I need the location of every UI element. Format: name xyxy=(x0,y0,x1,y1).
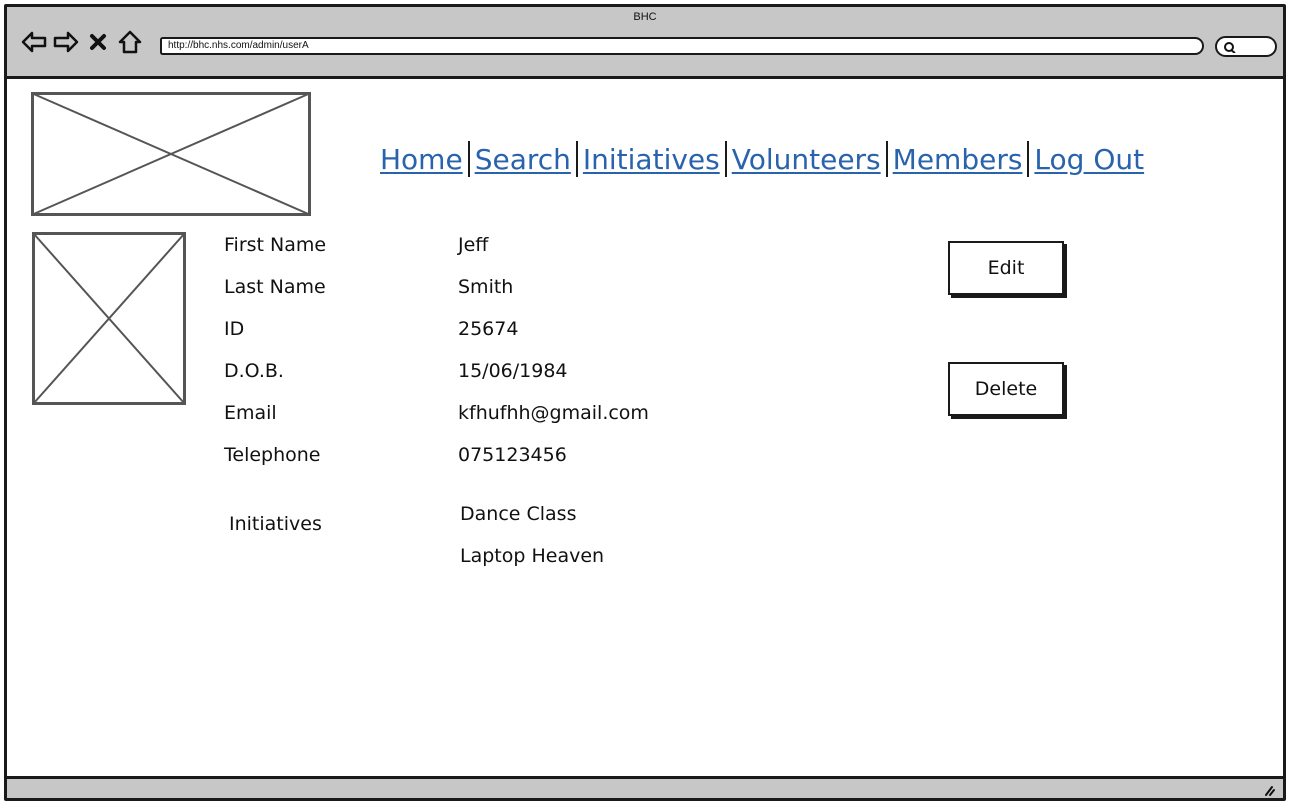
nav-initiatives-link[interactable]: Initiatives xyxy=(578,143,725,176)
telephone-label: Telephone xyxy=(224,444,321,466)
profile-photo-placeholder xyxy=(32,232,186,405)
telephone-value: 075123456 xyxy=(458,444,567,466)
nav-volunteers-link[interactable]: Volunteers xyxy=(727,143,886,176)
browser-statusbar xyxy=(7,776,1283,798)
home-icon[interactable] xyxy=(117,29,143,55)
top-navigation: Home Search Initiatives Volunteers Membe… xyxy=(375,137,1149,181)
resize-grip-icon[interactable] xyxy=(1261,784,1275,796)
browser-window: BHC http://bhc.nhs.com/admin/userA Home … xyxy=(4,4,1286,801)
logo-image-placeholder xyxy=(31,92,311,216)
first-name-label: First Name xyxy=(224,234,327,256)
initiatives-label: Initiatives xyxy=(229,513,322,535)
last-name-value: Smith xyxy=(458,276,514,298)
nav-members-link[interactable]: Members xyxy=(888,143,1028,176)
last-name-label: Last Name xyxy=(224,276,326,298)
browser-search-button[interactable] xyxy=(1215,36,1277,57)
initiative-item: Laptop Heaven xyxy=(460,545,605,567)
address-bar[interactable]: http://bhc.nhs.com/admin/userA xyxy=(160,37,1204,55)
nav-search-link[interactable]: Search xyxy=(470,143,576,176)
back-arrow-icon[interactable] xyxy=(21,29,47,55)
edit-button[interactable]: Edit xyxy=(948,241,1064,295)
search-icon xyxy=(1224,42,1236,53)
nav-logout-link[interactable]: Log Out xyxy=(1029,143,1149,176)
browser-titlebar: BHC http://bhc.nhs.com/admin/userA xyxy=(7,7,1283,79)
browser-nav-buttons xyxy=(21,29,143,55)
id-label: ID xyxy=(224,318,245,340)
delete-button[interactable]: Delete xyxy=(948,362,1064,416)
dob-label: D.O.B. xyxy=(224,360,284,382)
close-icon[interactable] xyxy=(85,29,111,55)
window-title: BHC xyxy=(633,11,657,23)
first-name-value: Jeff xyxy=(458,234,489,256)
forward-arrow-icon[interactable] xyxy=(53,29,79,55)
nav-home-link[interactable]: Home xyxy=(375,143,468,176)
id-value: 25674 xyxy=(458,318,519,340)
initiative-item: Dance Class xyxy=(460,503,577,525)
email-value: kfhufhh@gmail.com xyxy=(458,402,649,424)
dob-value: 15/06/1984 xyxy=(458,360,568,382)
email-label: Email xyxy=(224,402,277,424)
